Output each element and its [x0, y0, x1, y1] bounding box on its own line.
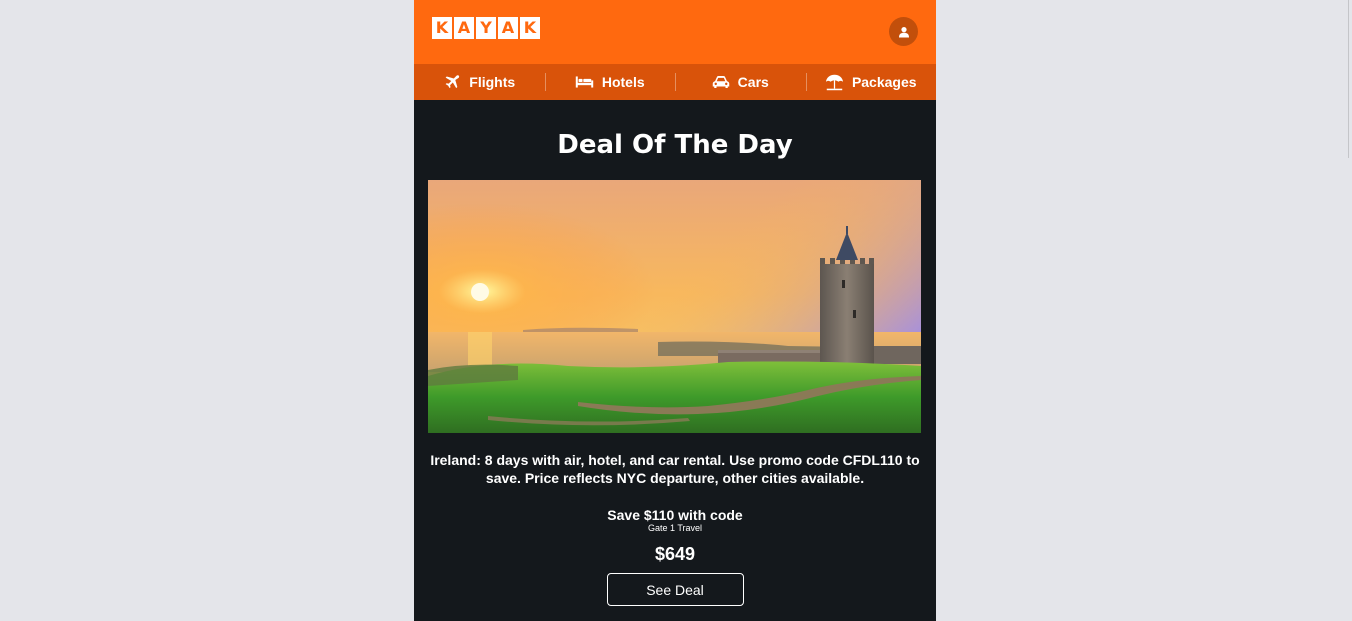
bed-icon [575, 76, 594, 88]
car-icon [712, 76, 729, 88]
hero-image-castle-sunset[interactable] [428, 180, 921, 433]
airplane-icon [445, 75, 460, 89]
beach-umbrella-icon [825, 74, 843, 90]
logo-letter: Y [476, 17, 496, 39]
scrollbar-track[interactable] [1348, 0, 1349, 158]
nav-item-packages[interactable]: Packages [805, 64, 937, 100]
promo-save-text: Save $110 with code [607, 507, 743, 523]
deal-provider: Gate 1 Travel [647, 523, 703, 533]
nav-label-hotels: Hotels [601, 74, 645, 90]
kayak-logo[interactable]: K A Y A K [432, 17, 540, 39]
page: K A Y A K Flights Hotels Cars Packages D… [0, 0, 1352, 621]
nav-item-flights[interactable]: Flights [414, 64, 545, 100]
nav-label-packages: Packages [851, 74, 917, 90]
main-nav: Flights Hotels Cars Packages [414, 64, 936, 100]
deal-description: Ireland: 8 days with air, hotel, and car… [430, 452, 920, 486]
logo-letter: K [520, 17, 540, 39]
logo-letter: A [454, 17, 474, 39]
logo-letter: A [498, 17, 518, 39]
nav-label-cars: Cars [737, 74, 769, 90]
user-icon [898, 26, 909, 37]
logo-letter: K [432, 17, 452, 39]
header: K A Y A K [414, 0, 936, 64]
nav-label-flights: Flights [469, 74, 516, 90]
email-container: K A Y A K Flights Hotels Cars Packages D… [414, 0, 936, 621]
nav-item-cars[interactable]: Cars [675, 64, 806, 100]
account-button[interactable] [889, 17, 918, 46]
see-deal-button[interactable]: See Deal [606, 573, 744, 606]
deal-price: $649 [654, 544, 696, 564]
nav-item-hotels[interactable]: Hotels [544, 64, 676, 100]
deal-title: Deal Of The Day [557, 130, 793, 160]
